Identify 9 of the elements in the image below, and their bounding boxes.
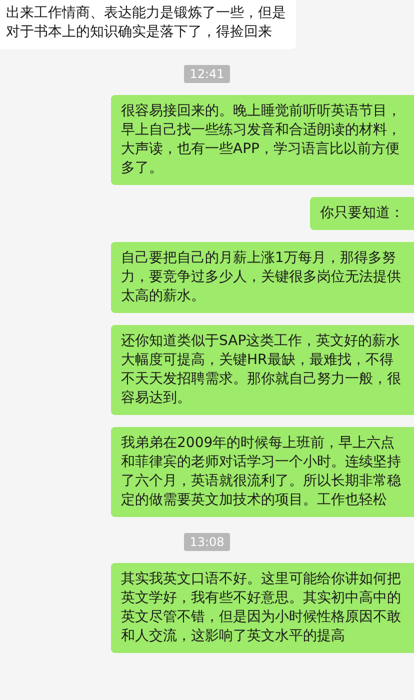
message-bubble: 很容易接回来的。晚上睡觉前听听英语节目，早上自己找一些练习发音和合适朗读的材料，大声读，也有一些APP，学习语言比以前方便多了。 [111, 95, 414, 185]
message-bubble: 自己要把自己的月薪上涨1万每月，那得多努力，要竞争过多少人，关键很多岗位无法提供太高的薪水。 [111, 242, 414, 313]
message-bubble: 其实我英文口语不好。这里可能给你讲如何把英文学好，我有些不好意思。其实初中高中的英文尽管不错，但是因为小时候性格原因不敢和人交流，这影响了英文水平的提高 [111, 563, 414, 653]
message-bubble: 还你知道类似于SAP这类工作，英文好的薪水大幅度可提高，关键HR最缺，最难找，不得不天天发招聘需求。那你就自己努力一般，很容易达到。 [111, 325, 414, 415]
message-bubble: 我弟弟在2009年的时候每上班前，早上六点和菲律宾的老师对话学习一个小时。连续坚持了六个月，英语就很流利了。所以长期非常稳定的做需要英文加技术的项目。工作也轻松 [111, 427, 414, 517]
timestamp: 13:08 [184, 533, 230, 551]
message-bubble: 出来工作情商、表达能力是锻炼了一些，但是对于书本上的知识确实是落下了，得捡回来 [0, 0, 296, 49]
timestamp: 12:41 [184, 65, 230, 83]
message-bubble: 你只要知道： [310, 197, 414, 230]
